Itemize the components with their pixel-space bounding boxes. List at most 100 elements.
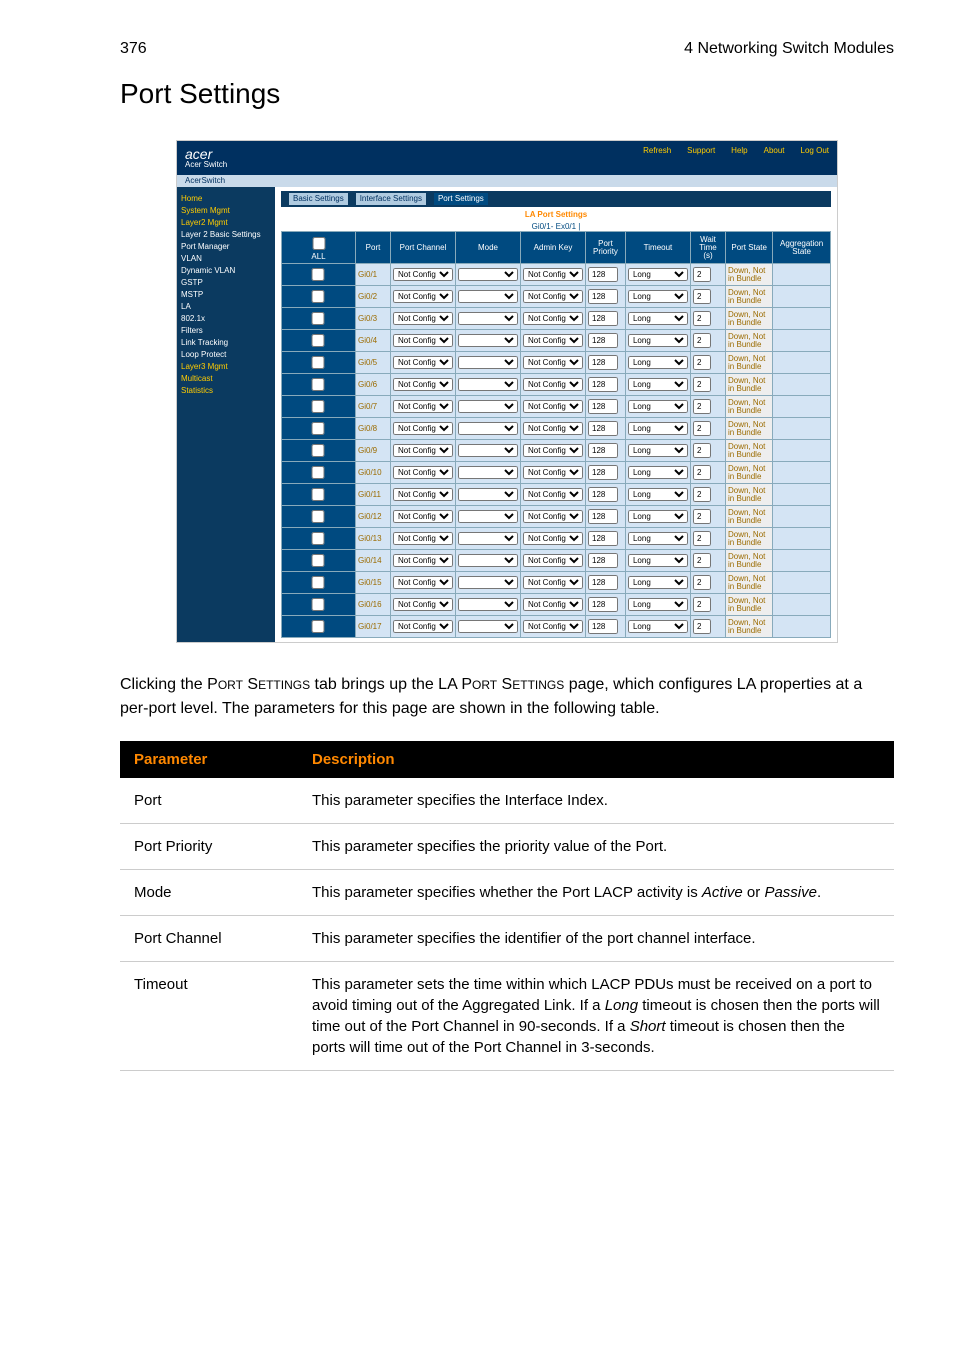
cell-channel[interactable]: Not Configured: [393, 620, 453, 633]
cell-priority[interactable]: [588, 553, 618, 568]
row-select[interactable]: [288, 466, 348, 479]
cell-admin[interactable]: Not Configured: [523, 422, 583, 435]
row-select[interactable]: [288, 378, 348, 391]
cell-admin[interactable]: Not Configured: [523, 268, 583, 281]
cell-channel[interactable]: Not Configured: [393, 488, 453, 501]
nav-link-trk[interactable]: Link Tracking: [181, 337, 271, 349]
cell-channel[interactable]: Not Configured: [393, 312, 453, 325]
cell-mode[interactable]: [458, 488, 518, 501]
cell-wait[interactable]: [693, 333, 711, 348]
cell-wait[interactable]: [693, 531, 711, 546]
tab-port[interactable]: Port Settings: [434, 193, 488, 205]
cell-timeout[interactable]: Long: [628, 510, 688, 523]
cell-admin[interactable]: Not Configured: [523, 488, 583, 501]
cell-priority[interactable]: [588, 399, 618, 414]
cell-timeout[interactable]: Long: [628, 466, 688, 479]
cell-wait[interactable]: [693, 487, 711, 502]
cell-mode[interactable]: [458, 334, 518, 347]
cell-timeout[interactable]: Long: [628, 290, 688, 303]
about-link[interactable]: About: [764, 147, 785, 169]
cell-admin[interactable]: Not Configured: [523, 444, 583, 457]
nav-layer3[interactable]: Layer3 Mgmt: [181, 361, 271, 373]
cell-channel[interactable]: Not Configured: [393, 400, 453, 413]
cell-admin[interactable]: Not Configured: [523, 312, 583, 325]
cell-admin[interactable]: Not Configured: [523, 378, 583, 391]
cell-wait[interactable]: [693, 597, 711, 612]
row-select[interactable]: [288, 334, 348, 347]
cell-wait[interactable]: [693, 443, 711, 458]
cell-wait[interactable]: [693, 465, 711, 480]
cell-wait[interactable]: [693, 509, 711, 524]
refresh-link[interactable]: Refresh: [643, 147, 671, 169]
cell-mode[interactable]: [458, 400, 518, 413]
cell-channel[interactable]: Not Configured: [393, 290, 453, 303]
cell-wait[interactable]: [693, 553, 711, 568]
logout-link[interactable]: Log Out: [801, 147, 829, 169]
cell-timeout[interactable]: Long: [628, 400, 688, 413]
row-select[interactable]: [288, 400, 348, 413]
tab-interface[interactable]: Interface Settings: [356, 193, 426, 205]
nav-multicast[interactable]: Multicast: [181, 373, 271, 385]
cell-admin[interactable]: Not Configured: [523, 400, 583, 413]
row-select[interactable]: [288, 576, 348, 589]
cell-admin[interactable]: Not Configured: [523, 356, 583, 369]
cell-channel[interactable]: Not Configured: [393, 466, 453, 479]
cell-priority[interactable]: [588, 487, 618, 502]
cell-priority[interactable]: [588, 377, 618, 392]
cell-wait[interactable]: [693, 355, 711, 370]
cell-wait[interactable]: [693, 311, 711, 326]
cell-mode[interactable]: [458, 444, 518, 457]
support-link[interactable]: Support: [687, 147, 715, 169]
row-select[interactable]: [288, 620, 348, 633]
cell-wait[interactable]: [693, 267, 711, 282]
row-select[interactable]: [288, 554, 348, 567]
nav-layer2-basic[interactable]: Layer 2 Basic Settings: [181, 229, 271, 241]
cell-timeout[interactable]: Long: [628, 268, 688, 281]
cell-channel[interactable]: Not Configured: [393, 532, 453, 545]
cell-priority[interactable]: [588, 509, 618, 524]
nav-dyn-vlan[interactable]: Dynamic VLAN: [181, 265, 271, 277]
select-all[interactable]: [289, 237, 349, 250]
cell-channel[interactable]: Not Configured: [393, 576, 453, 589]
cell-mode[interactable]: [458, 576, 518, 589]
nav-statistics[interactable]: Statistics: [181, 385, 271, 397]
cell-wait[interactable]: [693, 619, 711, 634]
cell-wait[interactable]: [693, 399, 711, 414]
cell-channel[interactable]: Not Configured: [393, 554, 453, 567]
nav-system[interactable]: System Mgmt: [181, 205, 271, 217]
cell-admin[interactable]: Not Configured: [523, 532, 583, 545]
row-select[interactable]: [288, 598, 348, 611]
cell-admin[interactable]: Not Configured: [523, 598, 583, 611]
cell-priority[interactable]: [588, 267, 618, 282]
cell-channel[interactable]: Not Configured: [393, 598, 453, 611]
cell-timeout[interactable]: Long: [628, 576, 688, 589]
cell-priority[interactable]: [588, 443, 618, 458]
cell-mode[interactable]: [458, 312, 518, 325]
row-select[interactable]: [288, 422, 348, 435]
cell-timeout[interactable]: Long: [628, 356, 688, 369]
cell-timeout[interactable]: Long: [628, 620, 688, 633]
cell-mode[interactable]: [458, 422, 518, 435]
cell-admin[interactable]: Not Configured: [523, 290, 583, 303]
cell-timeout[interactable]: Long: [628, 488, 688, 501]
cell-channel[interactable]: Not Configured: [393, 422, 453, 435]
cell-timeout[interactable]: Long: [628, 312, 688, 325]
cell-priority[interactable]: [588, 531, 618, 546]
row-select[interactable]: [288, 312, 348, 325]
cell-priority[interactable]: [588, 289, 618, 304]
cell-timeout[interactable]: Long: [628, 532, 688, 545]
row-select[interactable]: [288, 356, 348, 369]
cell-mode[interactable]: [458, 510, 518, 523]
cell-admin[interactable]: Not Configured: [523, 334, 583, 347]
cell-channel[interactable]: Not Configured: [393, 268, 453, 281]
cell-priority[interactable]: [588, 575, 618, 590]
nav-vlan[interactable]: VLAN: [181, 253, 271, 265]
nav-8021x[interactable]: 802.1x: [181, 313, 271, 325]
row-select[interactable]: [288, 444, 348, 457]
cell-timeout[interactable]: Long: [628, 334, 688, 347]
row-select[interactable]: [288, 268, 348, 281]
cell-wait[interactable]: [693, 377, 711, 392]
help-link[interactable]: Help: [731, 147, 747, 169]
nav-gstp[interactable]: GSTP: [181, 277, 271, 289]
cell-wait[interactable]: [693, 289, 711, 304]
